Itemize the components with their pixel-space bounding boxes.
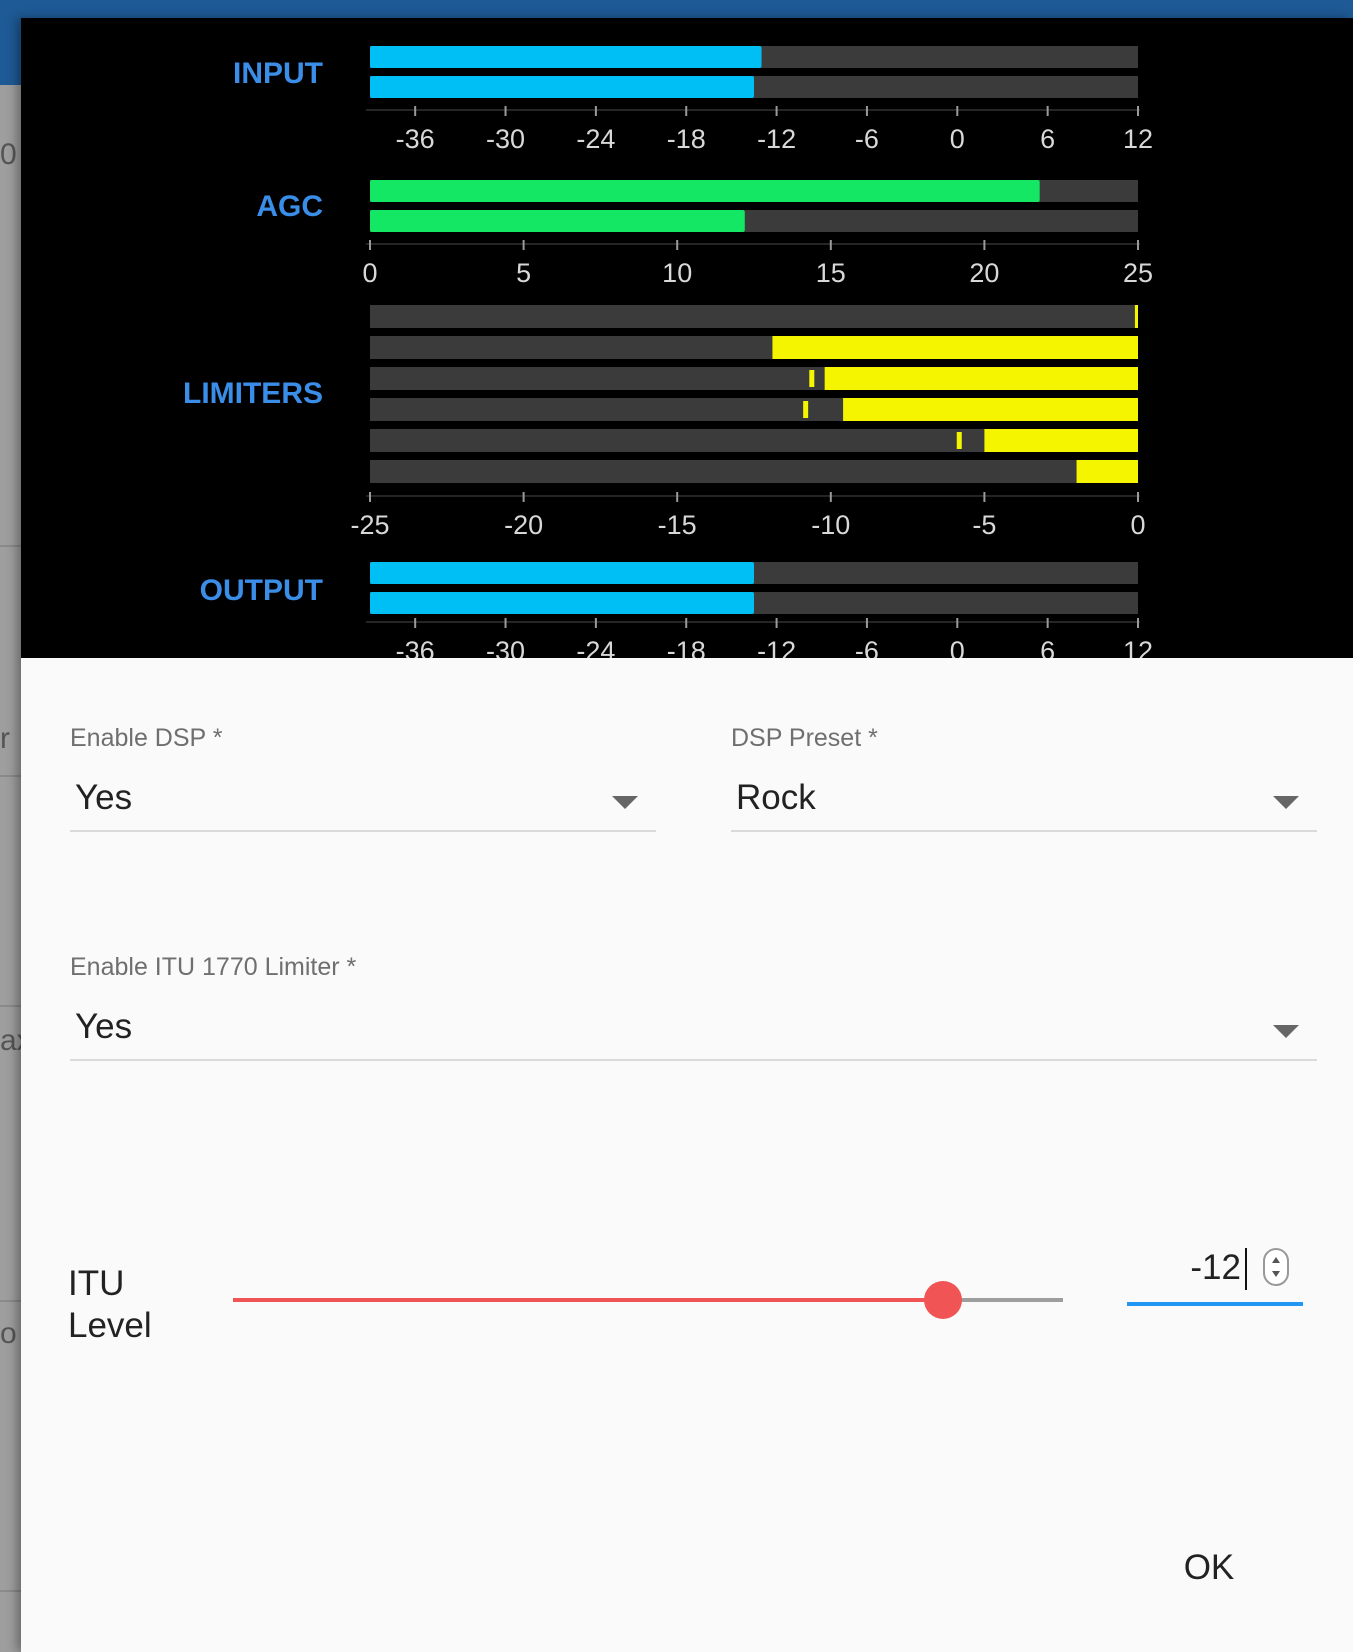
agc-meter-bar bbox=[370, 210, 745, 232]
agc-meter-bar bbox=[370, 180, 1040, 202]
limiter-peak-marker bbox=[956, 432, 962, 449]
background-text-fragment: r bbox=[0, 722, 10, 755]
output-tick-label: -36 bbox=[396, 636, 435, 658]
background-text-fragment: 0 bbox=[0, 138, 17, 171]
spinner-down-icon bbox=[1272, 1271, 1280, 1277]
limiters-tick-label: -25 bbox=[350, 510, 389, 540]
agc-tick-label: 10 bbox=[662, 258, 692, 288]
enable-dsp-select[interactable]: Yes bbox=[70, 762, 656, 832]
limiter-gain-reduction-bar bbox=[1134, 305, 1138, 328]
limiters-meter-label: LIMITERS bbox=[183, 377, 323, 410]
limiter-gain-reduction-bar bbox=[984, 429, 1138, 452]
input-meter-bar bbox=[370, 76, 754, 98]
input-tick-label: -24 bbox=[576, 124, 615, 154]
background-divider bbox=[0, 545, 22, 547]
limiters-tick-label: -10 bbox=[811, 510, 850, 540]
dsp-preset-select[interactable]: Rock bbox=[731, 762, 1317, 832]
limiter-track bbox=[370, 305, 1138, 328]
limiters-tick-label: -20 bbox=[504, 510, 543, 540]
enable-itu-value: Yes bbox=[75, 1007, 133, 1046]
output-tick-label: -24 bbox=[576, 636, 615, 658]
output-meter-bar bbox=[370, 562, 754, 584]
itu-level-label: ITU Level bbox=[68, 1263, 168, 1347]
output-tick-label: 0 bbox=[950, 636, 965, 658]
itu-level-input[interactable]: -12 bbox=[1127, 1236, 1303, 1306]
limiters-tick-label: -15 bbox=[658, 510, 697, 540]
input-tick-label: 12 bbox=[1123, 124, 1153, 154]
itu-level-label-word: Level bbox=[68, 1306, 152, 1345]
agc-tick-label: 20 bbox=[969, 258, 999, 288]
output-meter-label: OUTPUT bbox=[200, 574, 323, 607]
enable-dsp-label: Enable DSP * bbox=[70, 724, 223, 752]
input-tick-label: -18 bbox=[667, 124, 706, 154]
number-spinner-icon[interactable] bbox=[1263, 1248, 1289, 1286]
agc-meter-label: AGC bbox=[256, 190, 323, 223]
ok-button[interactable]: OK bbox=[1164, 1533, 1254, 1603]
enable-itu-select[interactable]: Yes bbox=[70, 991, 1317, 1061]
slider-thumb[interactable] bbox=[924, 1281, 962, 1319]
agc-tick-label: 0 bbox=[362, 258, 377, 288]
limiter-track bbox=[370, 460, 1138, 483]
limiter-peak-marker bbox=[803, 401, 809, 418]
output-meter-bar bbox=[370, 592, 754, 614]
dsp-preset-value: Rock bbox=[736, 778, 816, 817]
itu-level-value: -12 bbox=[1190, 1248, 1241, 1287]
limiter-gain-reduction-bar bbox=[843, 398, 1138, 421]
background-divider bbox=[0, 1005, 22, 1007]
itu-level-slider[interactable] bbox=[233, 1280, 1063, 1320]
dropdown-arrow-icon bbox=[1273, 796, 1299, 809]
dropdown-arrow-icon bbox=[612, 796, 638, 809]
output-tick-label: -12 bbox=[757, 636, 796, 658]
audio-meters: INPUT -36 -30 -24 -18 -12 -6 0 6 12 AGC 0 5 10 15 20 25 L… bbox=[183, 46, 1153, 658]
background-text-fragment: o bbox=[0, 1317, 17, 1350]
input-meter-bar bbox=[370, 46, 762, 68]
enable-dsp-value: Yes bbox=[75, 778, 133, 817]
output-tick-label: -30 bbox=[486, 636, 525, 658]
output-tick-label: -6 bbox=[855, 636, 879, 658]
text-caret bbox=[1245, 1248, 1247, 1290]
input-tick-label: 6 bbox=[1040, 124, 1055, 154]
limiter-peak-marker bbox=[809, 370, 815, 387]
input-tick-label: -6 bbox=[855, 124, 879, 154]
input-tick-label: -12 bbox=[757, 124, 796, 154]
audio-meters-panel: INPUT -36 -30 -24 -18 -12 -6 0 6 12 AGC 0 5 10 15 20 25 L… bbox=[21, 18, 1353, 658]
enable-itu-label: Enable ITU 1770 Limiter * bbox=[70, 953, 357, 981]
output-tick-label: -18 bbox=[667, 636, 706, 658]
limiter-gain-reduction-bar bbox=[1076, 460, 1138, 483]
itu-level-label-word: ITU bbox=[68, 1264, 125, 1303]
dropdown-arrow-icon bbox=[1273, 1025, 1299, 1038]
limiter-gain-reduction-bar bbox=[824, 367, 1138, 390]
limiters-tick-label: -5 bbox=[972, 510, 996, 540]
background-divider bbox=[0, 1300, 22, 1302]
agc-tick-label: 15 bbox=[816, 258, 846, 288]
agc-tick-label: 5 bbox=[516, 258, 531, 288]
output-tick-label: 12 bbox=[1123, 636, 1153, 658]
output-tick-label: 6 bbox=[1040, 636, 1055, 658]
agc-tick-label: 25 bbox=[1123, 258, 1153, 288]
input-tick-label: -36 bbox=[396, 124, 435, 154]
background-divider bbox=[0, 1590, 22, 1592]
limiter-gain-reduction-bar bbox=[772, 336, 1138, 359]
spinner-up-icon bbox=[1272, 1257, 1280, 1263]
dsp-preset-label: DSP Preset * bbox=[731, 724, 878, 752]
input-tick-label: -30 bbox=[486, 124, 525, 154]
dsp-settings-dialog: INPUT -36 -30 -24 -18 -12 -6 0 6 12 AGC 0 5 10 15 20 25 L… bbox=[21, 18, 1353, 1652]
background-divider bbox=[0, 775, 22, 777]
limiters-tick-label: 0 bbox=[1130, 510, 1145, 540]
slider-track-active bbox=[233, 1298, 943, 1302]
input-tick-label: 0 bbox=[950, 124, 965, 154]
input-meter-label: INPUT bbox=[233, 57, 323, 90]
